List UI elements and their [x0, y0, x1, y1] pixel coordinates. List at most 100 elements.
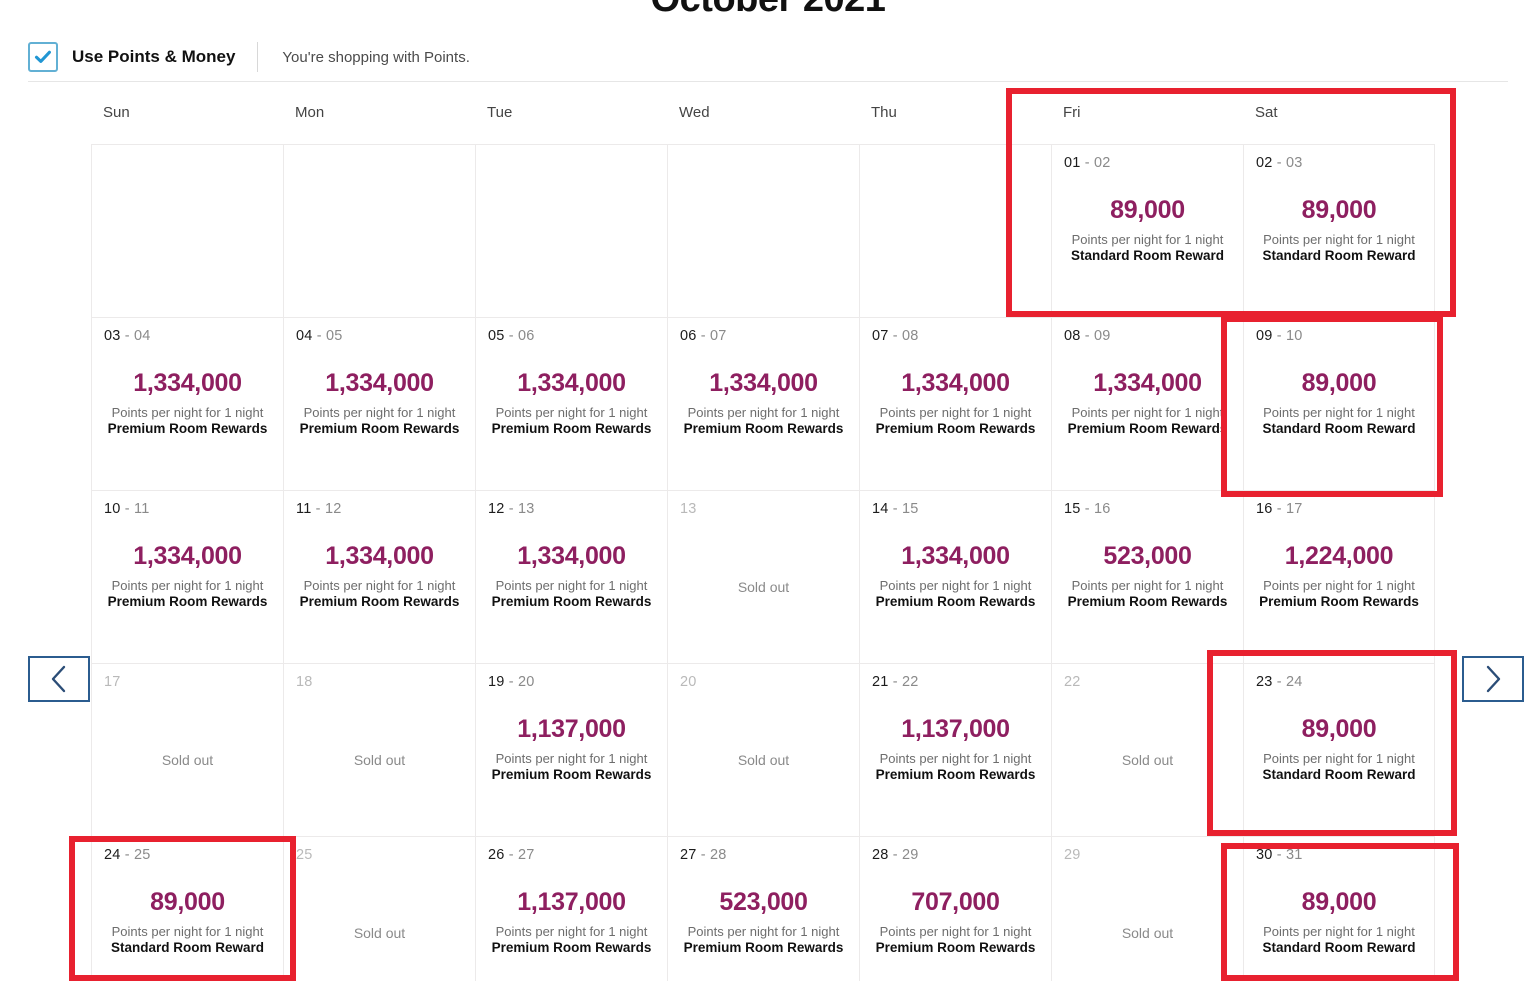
calendar-grid: Sun Mon Tue Wed Thu Fri Sat 01 - 02 89,000 Points… [91, 104, 1447, 981]
calendar-cell-16[interactable]: 16 - 17 1,224,000 Points per night for 1 n… [1243, 490, 1435, 663]
calendar-cell-empty [475, 144, 667, 317]
calendar-cell-15[interactable]: 15 - 16 523,000 Points per night for 1 nig… [1051, 490, 1243, 663]
room-type-label: Standard Room Reward [1262, 766, 1416, 782]
calendar-cell-28[interactable]: 28 - 29 707,000 Points per night for 1 nig… [859, 836, 1051, 981]
calendar-cell-20-sold-out: 20 Sold out [667, 663, 859, 836]
page-title: October 2021 [0, 0, 1536, 21]
calendar-cell-14[interactable]: 14 - 15 1,334,000 Points per night for 1 n… [859, 490, 1051, 663]
calendar-cell-03[interactable]: 03 - 04 1,334,000 Points per night for 1 n… [91, 317, 283, 490]
points-value: 89,000 [1301, 715, 1377, 743]
calendar-cell-date-label: 23 - 24 [1256, 674, 1303, 690]
points-subtitle: Points per night for 1 night [1071, 404, 1224, 420]
divider [257, 42, 259, 72]
room-type-label: Premium Room Rewards [491, 593, 652, 609]
calendar-cell-body: 1,334,000 Points per night for 1 night Pre… [284, 542, 475, 608]
day-header-tue: Tue [487, 104, 513, 121]
calendar-cell-18-sold-out: 18 Sold out [283, 663, 475, 836]
calendar-cell-26[interactable]: 26 - 27 1,137,000 Points per night for 1 n… [475, 836, 667, 981]
points-value: 1,137,000 [517, 888, 626, 916]
room-type-label: Premium Room Rewards [1067, 420, 1228, 436]
calendar-cell-body: 1,334,000 Points per night for 1 night Pre… [92, 369, 283, 436]
points-subtitle: Points per night for 1 night [111, 577, 264, 593]
calendar-cell-30[interactable]: 30 - 31 89,000 Points per night for 1 nigh… [1243, 836, 1435, 981]
points-value: 1,224,000 [1284, 542, 1394, 570]
calendar-cell-date-label: 06 - 07 [680, 328, 727, 344]
calendar-cell-empty [91, 144, 283, 317]
calendar-cell-21[interactable]: 21 - 22 1,137,000 Points per night for 1 n… [859, 663, 1051, 836]
calendar-cell-body: 1,334,000 Points per night for 1 night Pre… [1052, 369, 1243, 436]
use-points-label: Use Points & Money [72, 47, 236, 66]
room-type-label: Premium Room Rewards [875, 939, 1036, 955]
calendar-cell-body: Sold out [284, 716, 475, 768]
calendar-cell-body: 1,334,000 Points per night for 1 night Pre… [476, 369, 667, 435]
calendar-cell-17-sold-out: 17 Sold out [91, 663, 283, 836]
calendar-cell-body: 1,334,000 Points per night for 1 night Pre… [860, 542, 1051, 608]
calendar-cell-date-label: 16 - 17 [1256, 501, 1303, 517]
calendar-cell-date-label: 24 - 25 [104, 847, 151, 863]
room-type-label: Premium Room Rewards [1259, 593, 1419, 609]
room-type-label: Premium Room Rewards [875, 766, 1036, 782]
previous-month-button[interactable] [28, 656, 90, 702]
calendar-cell-04[interactable]: 04 - 05 1,334,000 Points per night for 1 n… [283, 317, 475, 490]
points-subtitle: Points per night for 1 night [1263, 404, 1415, 420]
chevron-left-icon [51, 665, 66, 693]
calendar-cell-10[interactable]: 10 - 11 1,334,000 Points per night for 1 n… [91, 490, 283, 663]
room-type-label: Premium Room Rewards [107, 420, 268, 436]
calendar-cell-12[interactable]: 12 - 13 1,334,000 Points per night for 1 n… [475, 490, 667, 663]
points-subtitle: Points per night for 1 night [1071, 231, 1224, 247]
calendar-cell-27[interactable]: 27 - 28 523,000 Points per night for 1 nig… [667, 836, 859, 981]
calendar-cell-body: 1,137,000 Points per night for 1 night Pre… [860, 715, 1051, 782]
points-value: 89,000 [1301, 369, 1377, 397]
points-value: 1,334,000 [133, 542, 242, 570]
calendar-cell-date-label: 05 - 06 [488, 328, 535, 344]
header-divider [28, 81, 1508, 82]
points-subtitle: Points per night for 1 night [495, 750, 648, 766]
points-subtitle: Points per night for 1 night [687, 404, 840, 420]
room-type-label: Standard Room Reward [1262, 939, 1416, 955]
next-month-button[interactable] [1462, 656, 1524, 702]
calendar-cell-19[interactable]: 19 - 20 1,137,000 Points per night for 1 n… [475, 663, 667, 836]
calendar-cell-body: Sold out [668, 716, 859, 768]
reward-calendar-page: October 2021 Use Points & Money You're s… [0, 0, 1536, 981]
calendar-cell-08[interactable]: 08 - 09 1,334,000 Points per night for 1 n… [1051, 317, 1243, 490]
calendar-week-row: 10 - 11 1,334,000 Points per night for 1 n… [91, 490, 1447, 663]
day-of-week-header-row: Sun Mon Tue Wed Thu Fri Sat [91, 104, 1447, 144]
calendar-cell-date-label: 30 - 31 [1256, 847, 1303, 863]
calendar-cell-body: 89,000 Points per night for 1 night Standa… [92, 888, 283, 954]
calendar-cell-body: Sold out [1052, 889, 1243, 941]
points-value: 1,334,000 [325, 542, 434, 570]
calendar-cell-date-label: 04 - 05 [296, 328, 343, 344]
calendar-cell-02[interactable]: 02 - 03 89,000 Points per night for 1 nigh… [1243, 144, 1435, 317]
calendar-cell-25-sold-out: 25 Sold out [283, 836, 475, 981]
calendar-cell-date-label: 15 - 16 [1064, 501, 1111, 517]
calendar-cell-body: 523,000 Points per night for 1 night Premi… [1052, 542, 1243, 608]
calendar-cell-date-label: 12 - 13 [488, 501, 535, 517]
points-subtitle: Points per night for 1 night [303, 577, 456, 593]
sold-out-label: Sold out [161, 752, 214, 768]
calendar-cell-06[interactable]: 06 - 07 1,334,000 Points per night for 1 n… [667, 317, 859, 490]
calendar-cell-11[interactable]: 11 - 12 1,334,000 Points per night for 1 n… [283, 490, 475, 663]
calendar-cell-date-label: 21 - 22 [872, 674, 919, 690]
points-subtitle: Points per night for 1 night [1263, 577, 1415, 593]
calendar-cell-09[interactable]: 09 - 10 89,000 Points per night for 1 nigh… [1243, 317, 1435, 490]
use-points-checkbox[interactable] [28, 42, 58, 72]
room-type-label: Standard Room Reward [1070, 247, 1225, 263]
points-subtitle: Points per night for 1 night [1263, 923, 1415, 939]
calendar-cell-05[interactable]: 05 - 06 1,334,000 Points per night for 1 n… [475, 317, 667, 490]
room-type-label: Premium Room Rewards [491, 939, 652, 955]
points-subtitle: Points per night for 1 night [879, 750, 1032, 766]
calendar-cell-13-sold-out: 13 Sold out [667, 490, 859, 663]
calendar-cell-01[interactable]: 01 - 02 89,000 Points per night for 1 nigh… [1051, 144, 1243, 317]
points-value: 1,334,000 [901, 369, 1010, 397]
calendar-cell-empty [667, 144, 859, 317]
calendar-cell-24[interactable]: 24 - 25 89,000 Points per night for 1 nigh… [91, 836, 283, 981]
calendar-cell-23[interactable]: 23 - 24 89,000 Points per night for 1 nigh… [1243, 663, 1435, 836]
calendar-cell-body: 1,137,000 Points per night for 1 night Pre… [476, 715, 667, 781]
day-header-thu: Thu [871, 104, 897, 121]
calendar-cell-date-label: 19 - 20 [488, 674, 535, 690]
sold-out-label: Sold out [737, 579, 790, 595]
calendar-cell-body: 1,334,000 Points per night for 1 night Pre… [860, 369, 1051, 435]
calendar-cell-07[interactable]: 07 - 08 1,334,000 Points per night for 1 n… [859, 317, 1051, 490]
calendar-week-row: 17 Sold out 18 Sold out 19 - 20 1,137,000 Poin… [91, 663, 1447, 836]
calendar-cell-body: 523,000 Points per night for 1 night Premi… [668, 888, 859, 954]
